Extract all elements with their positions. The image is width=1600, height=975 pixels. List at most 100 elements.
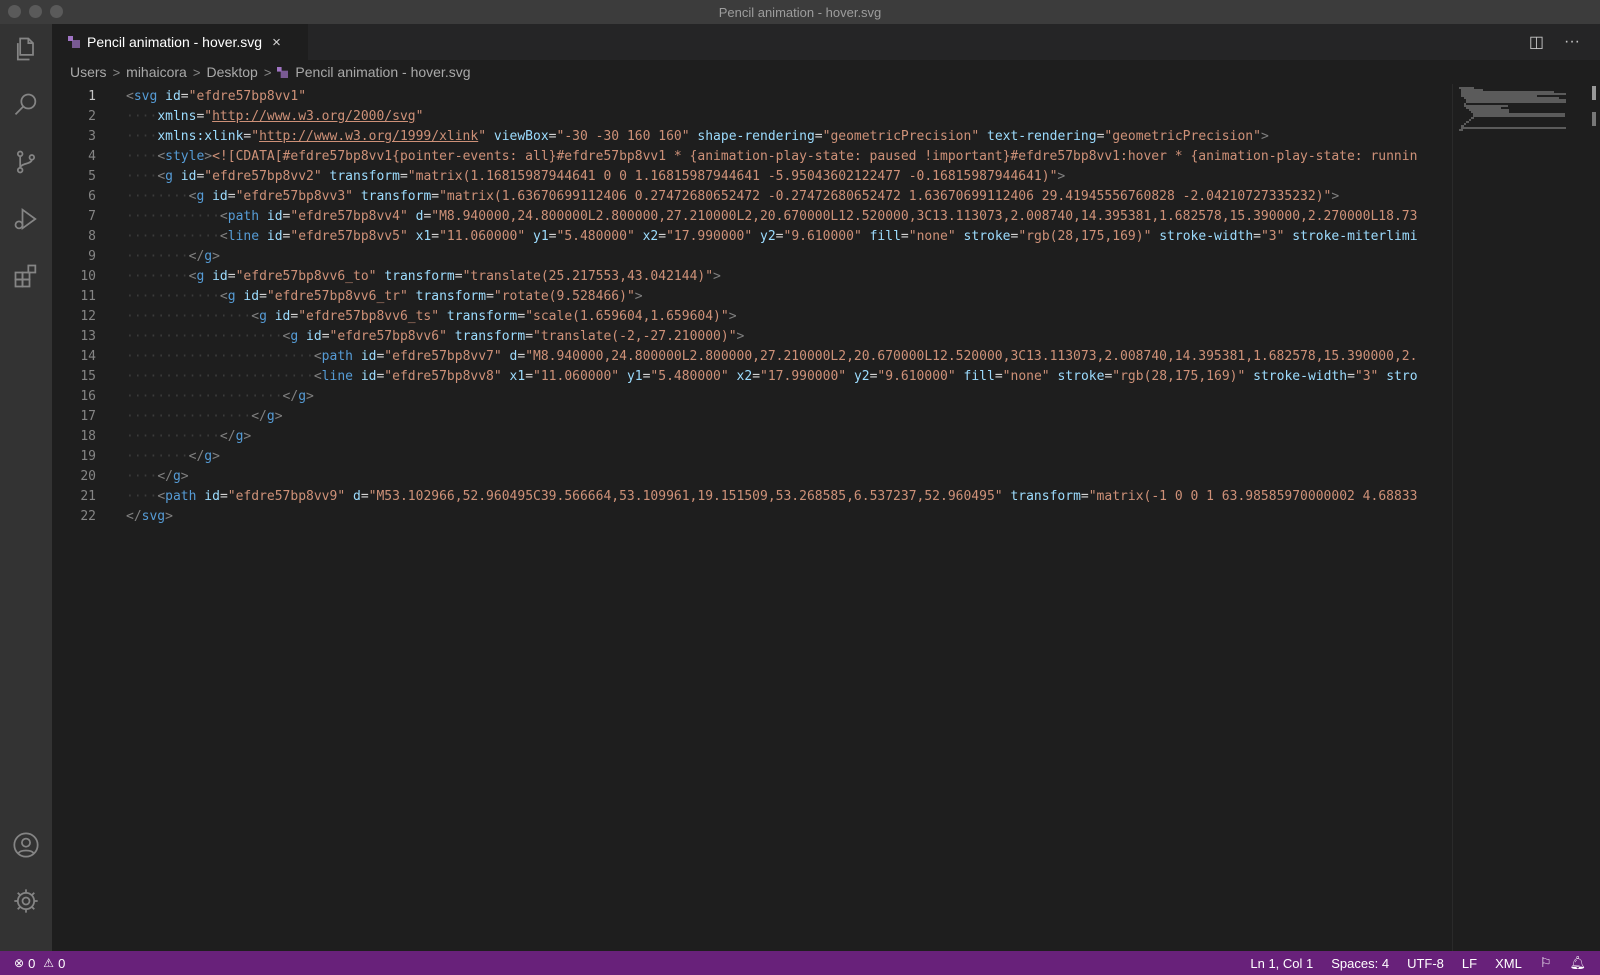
extensions-button[interactable]: [0, 251, 52, 301]
notifications-bell-icon[interactable]: 🔔︎: [1569, 955, 1586, 971]
code-token: "11.060000": [439, 229, 526, 244]
code-token: <: [157, 169, 166, 184]
code-token: id: [266, 229, 283, 244]
code-token: id: [306, 329, 322, 344]
code-line[interactable]: ····xmlns:xlink = "http://www.w3.org/1999/…: [126, 127, 1452, 147]
code-line[interactable]: </svg>: [126, 507, 1452, 527]
code-line[interactable]: <svg id="efdre57bp8vv1": [126, 87, 1452, 107]
code-line[interactable]: ····················</g>: [126, 387, 1452, 407]
close-icon[interactable]: ×: [272, 34, 281, 51]
code-token: =: [525, 369, 534, 384]
code-content[interactable]: <svg id="efdre57bp8vv1" ····xmlns="http:/…: [126, 87, 1452, 527]
indentation[interactable]: Spaces: 4: [1331, 956, 1389, 971]
code-line[interactable]: ····················<g id="efdre57bp8vv6…: [126, 327, 1452, 347]
encoding[interactable]: UTF-8: [1407, 956, 1444, 971]
code-token: ················: [126, 409, 252, 424]
code-line[interactable]: ················<g id="efdre57bp8vv6_ts"…: [126, 307, 1452, 327]
search-button[interactable]: [0, 80, 52, 130]
code-token: id: [274, 309, 291, 324]
breadcrumb-item-mihaicora[interactable]: mihaicora: [126, 64, 187, 80]
code-token: "rgb(28,175,169)": [1112, 369, 1246, 384]
feedback-icon[interactable]: ⚐: [1540, 955, 1552, 971]
manage-button[interactable]: [0, 876, 52, 926]
code-line[interactable]: ························<path id = "efdre5…: [126, 347, 1452, 367]
breadcrumb-item-desktop[interactable]: Desktop: [206, 64, 257, 80]
line-number: 5: [88, 169, 96, 184]
code-token: id: [243, 289, 260, 304]
problems-indicator[interactable]: ⊗ 0 ⚠ 0: [0, 956, 65, 971]
code-token: <: [157, 149, 166, 164]
accounts-button[interactable]: [0, 820, 52, 870]
editor-tab-active[interactable]: Pencil animation - hover.svg ×: [52, 24, 308, 60]
code-token: <: [313, 349, 322, 364]
code-token: ····: [126, 169, 158, 184]
code-token: "5.480000": [650, 369, 729, 384]
minimap[interactable]: [1452, 84, 1600, 951]
code-line[interactable]: ············<g id="efdre57bp8vv6_tr" tra…: [126, 287, 1452, 307]
code-token: y1: [626, 369, 643, 384]
code-token: >: [180, 469, 189, 484]
end-of-line[interactable]: LF: [1462, 956, 1477, 971]
code-token: transform: [329, 169, 400, 184]
code-token: <: [126, 89, 134, 104]
code-line[interactable]: ············<line id="efdre57bp8vv5" x1=…: [126, 227, 1452, 247]
code-token: =: [454, 269, 463, 284]
code-line[interactable]: ············</g>: [126, 427, 1452, 447]
breadcrumb-item-users[interactable]: Users: [70, 64, 107, 80]
maximize-window-button[interactable]: [50, 5, 63, 18]
status-bar: ⊗ 0 ⚠ 0 Ln 1, Col 1 Spaces: 4 UTF-8 LF X…: [0, 951, 1600, 975]
code-editor[interactable]: 1 2 3 4 5 6 7 8 9 10 11 12 13 14 15 16 17 18 19 20 21 22 <svg…: [52, 84, 1452, 951]
code-line[interactable]: ········<g id="efdre57bp8vv3" transform=…: [126, 187, 1452, 207]
code-line[interactable]: ························<line id = "efdre5…: [126, 367, 1452, 387]
code-token: >: [634, 289, 643, 304]
source-control-button[interactable]: [0, 137, 52, 187]
code-line[interactable]: ····<g id="efdre57bp8vv2" transform="mat…: [126, 167, 1452, 187]
run-debug-button[interactable]: [0, 194, 52, 244]
close-window-button[interactable]: [8, 5, 21, 18]
minimize-window-button[interactable]: [29, 5, 42, 18]
code-token: ············: [126, 289, 220, 304]
code-token: g: [227, 289, 236, 304]
code-token: =: [180, 89, 189, 104]
code-line[interactable]: ····xmlns="http://www.w3.org/2000/svg": [126, 107, 1452, 127]
code-line[interactable]: ····<style><![CDATA[#efdre57bp8vv1{point…: [126, 147, 1452, 167]
line-number: 21: [80, 489, 96, 504]
split-editor-icon[interactable]: ◫: [1529, 32, 1544, 52]
code-token: ························: [126, 369, 314, 384]
code-token: transform: [446, 309, 518, 324]
cursor-position[interactable]: Ln 1, Col 1: [1250, 956, 1313, 971]
code-line[interactable]: ················</g>: [126, 407, 1452, 427]
code-line[interactable]: ····<path id="efdre57bp8vv9" d="M53.1029…: [126, 487, 1452, 507]
code-line[interactable]: ········<g id="efdre57bp8vv6_to" transfo…: [126, 267, 1452, 287]
line-number: 3: [88, 129, 96, 144]
code-token: =: [227, 269, 236, 284]
code-token: stroke-width: [1253, 369, 1348, 384]
code-token: =: [548, 129, 557, 144]
code-token: ····: [126, 149, 158, 164]
code-line[interactable]: ········</g>: [126, 447, 1452, 467]
line-number: 18: [80, 429, 96, 444]
code-token: =: [775, 229, 784, 244]
language-mode[interactable]: XML: [1495, 956, 1522, 971]
code-line[interactable]: ····</g>: [126, 467, 1452, 487]
code-token: >: [212, 249, 220, 264]
code-token: >: [728, 309, 737, 324]
code-token: g: [204, 249, 213, 264]
code-token: =: [752, 369, 761, 384]
more-actions-icon[interactable]: ···: [1564, 33, 1580, 51]
explorer-button[interactable]: [0, 24, 52, 74]
code-line[interactable]: ········</g>: [126, 247, 1452, 267]
code-token: id: [212, 269, 228, 284]
code-token: "scale(1.659604,1.659604)": [525, 309, 729, 324]
breadcrumb-item-file[interactable]: Pencil animation - hover.svg: [295, 64, 470, 80]
code-line[interactable]: ············<path id="efdre57bp8vv4" d="…: [126, 207, 1452, 227]
code-token: y1: [533, 229, 549, 244]
code-token: =: [321, 329, 330, 344]
